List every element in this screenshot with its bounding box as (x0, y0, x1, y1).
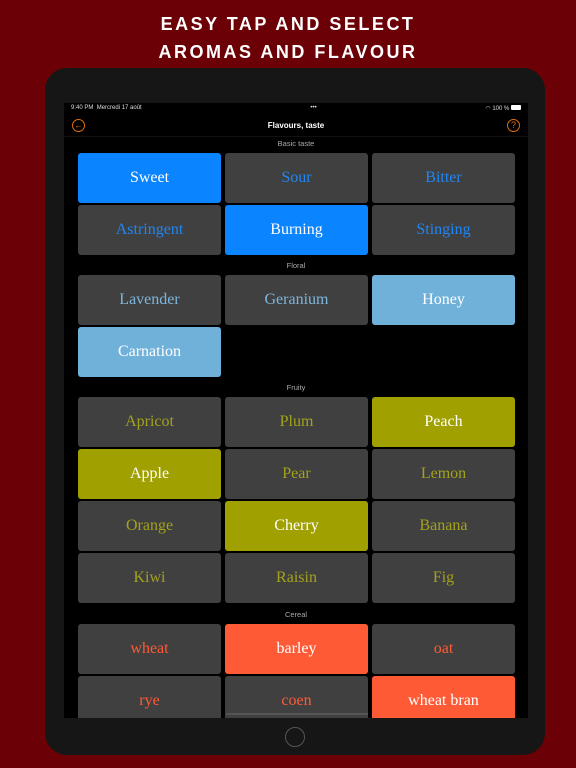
tile-label: Bitter (425, 169, 462, 186)
tile-label: oat (433, 640, 454, 657)
flavour-tile-coen[interactable]: coen (225, 676, 368, 718)
flavour-tile-peach[interactable]: Peach (372, 397, 515, 447)
tile-label: Geranium (264, 291, 329, 308)
headline-line-1: EASY TAP AND SELECT (160, 14, 416, 34)
flavour-tile-wheat-bran[interactable]: wheat bran (372, 676, 515, 718)
flavour-tile-pear[interactable]: Pear (225, 449, 368, 499)
section-label: Cereal (284, 610, 308, 619)
flavour-tile-wheat[interactable]: wheat (78, 624, 221, 674)
wifi-icon: ◠ (485, 106, 491, 112)
app-screen: 9:40 PM Mercredi 17 août ••• ◠ 100 % ← F… (64, 103, 528, 718)
tile-label: Peach (424, 413, 463, 430)
flavour-tile-fig[interactable]: Fig (372, 553, 515, 603)
flavour-tile-banana[interactable]: Banana (372, 501, 515, 551)
headline: EASY TAP AND SELECT AROMAS AND FLAVOUR (0, 10, 576, 66)
tile-label: Cherry (274, 517, 319, 534)
flavour-tile-stinging[interactable]: Stinging (372, 205, 515, 255)
status-time: 9:40 PM (71, 105, 94, 111)
flavour-tile-sweet[interactable]: Sweet (78, 153, 221, 203)
flavour-tile-lemon[interactable]: Lemon (372, 449, 515, 499)
tile-label: coen (281, 692, 312, 709)
flavour-tile-orange[interactable]: Orange (78, 501, 221, 551)
tile-label: Pear (282, 465, 311, 482)
multitask-dots[interactable]: ••• (310, 105, 316, 115)
tile-label: Burning (270, 221, 323, 238)
tile-label: Apricot (125, 413, 174, 430)
battery-level: 100 % (492, 106, 510, 112)
tile-label: Lavender (119, 291, 180, 308)
section-label: Basic taste (277, 139, 315, 148)
tile-label: Honey (422, 291, 465, 308)
tile-label: Orange (125, 517, 174, 534)
status-date: Mercredi 17 août (96, 105, 142, 111)
tile-label: Astringent (115, 221, 184, 238)
flavour-tile-kiwi[interactable]: Kiwi (78, 553, 221, 603)
flavour-tile-sour[interactable]: Sour (225, 153, 368, 203)
tile-label: wheat bran (408, 692, 479, 709)
section-label: Floral (286, 261, 306, 270)
flavour-tile-raisin[interactable]: Raisin (225, 553, 368, 603)
scroll-indicator[interactable] (226, 713, 368, 715)
flavour-tile-rye[interactable]: rye (78, 676, 221, 718)
tile-label: rye (139, 692, 160, 709)
help-question-icon[interactable]: ? (507, 119, 520, 132)
home-button[interactable] (285, 727, 305, 747)
flavour-tile-burning[interactable]: Burning (225, 205, 368, 255)
tile-label: wheat (130, 640, 169, 657)
flavour-tile-honey[interactable]: Honey (372, 275, 515, 325)
tile-label: Sour (281, 169, 312, 186)
tile-label: Sweet (129, 169, 170, 186)
section-label: Fruity (286, 383, 306, 392)
status-bar: 9:40 PM Mercredi 17 août ••• ◠ 100 % (71, 105, 521, 115)
tile-label: Fig (432, 569, 455, 586)
tile-label: Raisin (276, 569, 317, 586)
tile-label: Stinging (416, 221, 471, 238)
flavour-tile-plum[interactable]: Plum (225, 397, 368, 447)
headline-line-2: AROMAS AND FLAVOUR (158, 42, 418, 62)
flavour-tile-oat[interactable]: oat (372, 624, 515, 674)
flavour-tile-apricot[interactable]: Apricot (78, 397, 221, 447)
page-title: Flavours, taste (267, 121, 325, 130)
flavour-tile-carnation[interactable]: Carnation (78, 327, 221, 377)
tile-label: Apple (129, 465, 170, 482)
tile-label: Kiwi (133, 569, 166, 586)
flavour-tile-apple[interactable]: Apple (78, 449, 221, 499)
nav-bar: ← Flavours, taste ? (64, 115, 528, 137)
tile-label: Lemon (420, 465, 467, 482)
flavour-tile-geranium[interactable]: Geranium (225, 275, 368, 325)
flavour-tile-astringent[interactable]: Astringent (78, 205, 221, 255)
flavour-tile-bitter[interactable]: Bitter (372, 153, 515, 203)
flavour-tile-lavender[interactable]: Lavender (78, 275, 221, 325)
tile-label: barley (276, 640, 317, 657)
tile-label: Carnation (117, 343, 182, 360)
tile-label: Banana (419, 517, 468, 534)
battery-icon (511, 105, 521, 110)
tile-label: Plum (279, 413, 314, 430)
flavour-tile-cherry[interactable]: Cherry (225, 501, 368, 551)
flavour-tile-barley[interactable]: barley (225, 624, 368, 674)
